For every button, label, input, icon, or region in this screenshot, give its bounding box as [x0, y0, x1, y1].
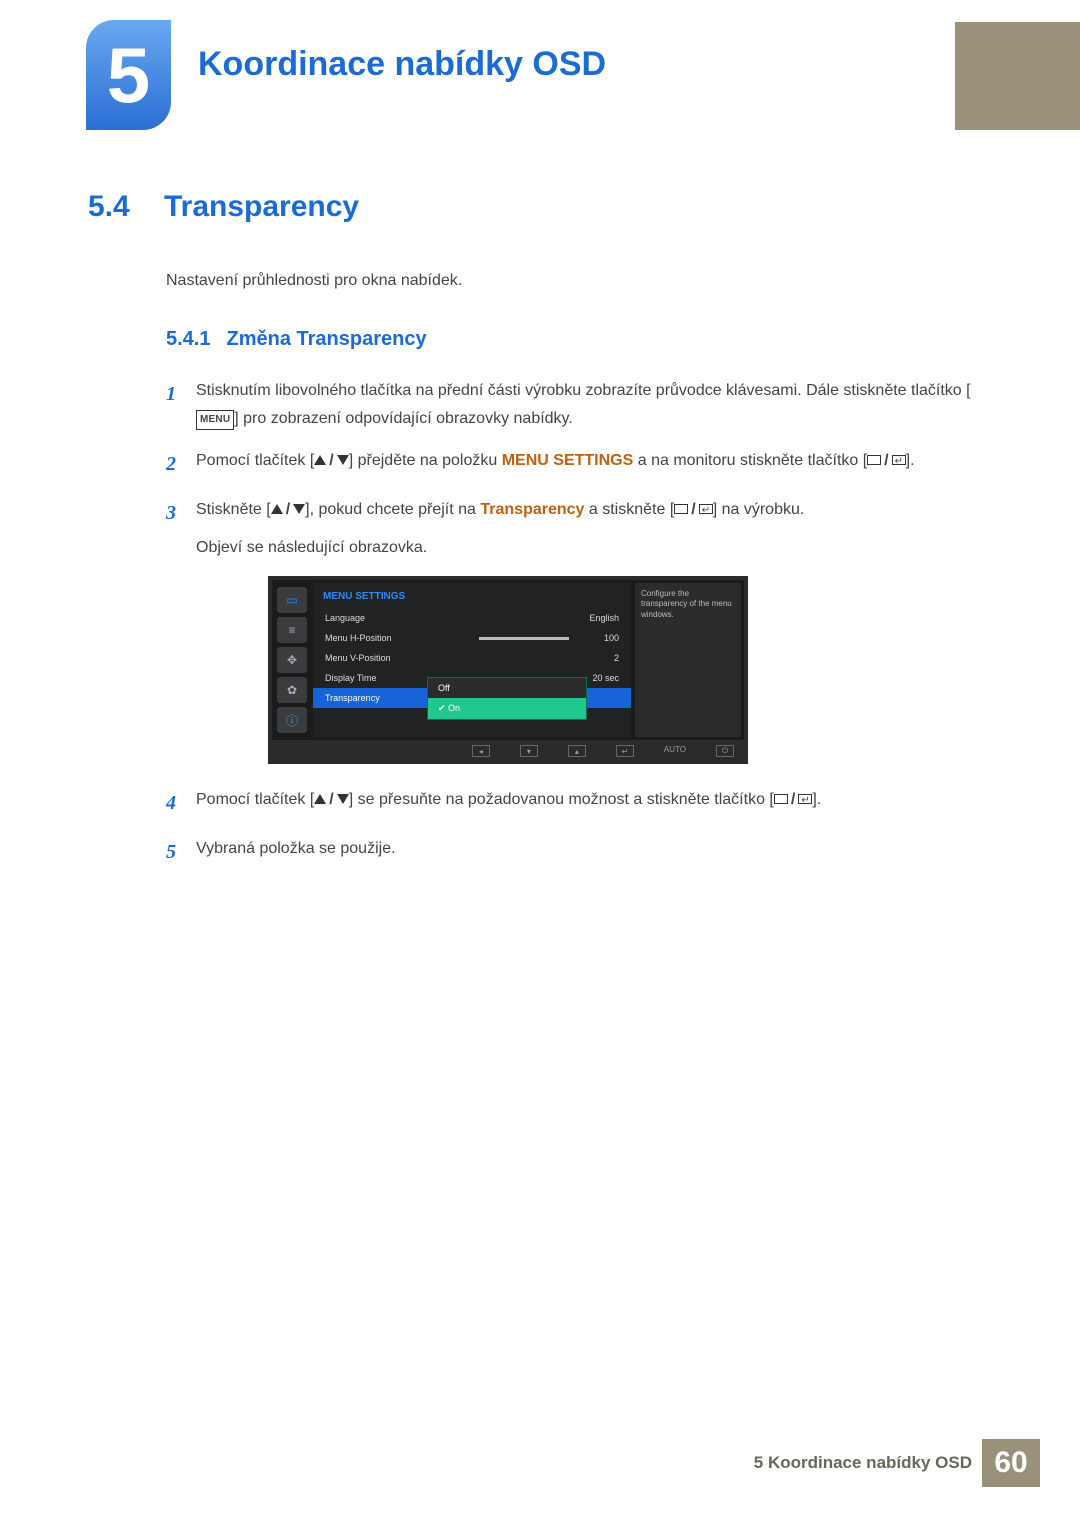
subsection-title: Změna Transparency: [226, 328, 426, 351]
section-title: Transparency: [164, 190, 359, 224]
list-icon: ≡: [277, 617, 307, 643]
slash-icon: /: [286, 496, 290, 524]
step-text: Stiskněte [: [196, 501, 271, 518]
osd-option-off: Off: [428, 678, 586, 698]
osd-tooltip: Configure the transparency of the menu w…: [635, 583, 741, 737]
slash-icon: /: [691, 496, 695, 524]
slash-icon: /: [329, 786, 333, 814]
enter-icon: [699, 504, 713, 514]
osd-label: Menu V-Position: [325, 653, 391, 663]
subsection-heading: 5.4.1 Změna Transparency: [166, 328, 992, 351]
section-heading: 5.4 Transparency: [88, 190, 992, 224]
page-footer: 5 Koordinace nabídky OSD 60: [754, 1439, 1040, 1487]
header-accent-bar: [955, 22, 1080, 130]
step-text: a stiskněte [: [584, 501, 674, 518]
step-text: a na monitoru stiskněte tlačítko [: [633, 452, 867, 469]
triangle-down-icon: [293, 504, 305, 514]
move-icon: ✥: [277, 647, 307, 673]
step-number: 3: [166, 496, 196, 562]
triangle-down-icon: [337, 794, 349, 804]
step-text: ] na výrobku.: [713, 501, 805, 518]
step-number: 2: [166, 447, 196, 482]
osd-window: ▭ ≡ ✥ ✿ ⓘ MENU SETTINGS Language English…: [272, 580, 744, 740]
power-icon: ⏻: [716, 745, 734, 757]
osd-label: Transparency: [325, 693, 380, 703]
osd-value: 100: [569, 633, 619, 643]
step-body: Pomocí tlačítek [ / ] se přesuňte na požad…: [196, 786, 992, 821]
highlight-text: Transparency: [480, 501, 584, 518]
osd-label: Language: [325, 613, 365, 623]
chapter-number: 5: [107, 36, 150, 114]
step-text: ].: [906, 452, 915, 469]
triangle-up-icon: [271, 504, 283, 514]
step-3: 3 Stiskněte [ / ], pokud chcete přejít na …: [166, 496, 992, 562]
gear-icon: ✿: [277, 677, 307, 703]
step-text: ] přejděte na položku: [349, 452, 502, 469]
osd-dropdown: Off On: [427, 677, 587, 720]
page-content: 5.4 Transparency Nastavení průhlednosti …: [88, 190, 992, 884]
step-text: Pomocí tlačítek [: [196, 791, 314, 808]
step-body: Stiskněte [ / ], pokud chcete přejít na Tr…: [196, 496, 992, 562]
step-text: Pomocí tlačítek [: [196, 452, 314, 469]
step-body: Stisknutím libovolného tlačítka na předn…: [196, 377, 992, 433]
osd-sidebar: ▭ ≡ ✥ ✿ ⓘ: [275, 583, 309, 737]
step-body: Vybraná položka se použije.: [196, 835, 992, 870]
rect-icon: [867, 455, 881, 465]
enter-icon: ↵: [616, 745, 634, 757]
footer-text: 5 Koordinace nabídky OSD: [754, 1453, 972, 1473]
subsection-number: 5.4.1: [166, 328, 210, 351]
osd-row-vposition: Menu V-Position 2: [313, 648, 631, 668]
step-5: 5 Vybraná položka se použije.: [166, 835, 992, 870]
osd-label: Display Time: [325, 673, 377, 683]
section-intro: Nastavení průhlednosti pro okna nabídek.: [166, 272, 992, 290]
slash-icon: /: [329, 447, 333, 475]
osd-controls-bar: ◂ ▾ ▴ ↵ AUTO ⏻: [272, 742, 744, 760]
osd-screenshot: ▭ ≡ ✥ ✿ ⓘ MENU SETTINGS Language English…: [268, 576, 748, 764]
page-number: 60: [982, 1439, 1040, 1487]
info-icon: ⓘ: [277, 707, 307, 733]
chapter-badge: 5: [86, 20, 171, 130]
chapter-title: Koordinace nabídky OSD: [198, 45, 606, 84]
monitor-icon: ▭: [277, 587, 307, 613]
auto-label: AUTO: [664, 745, 686, 757]
step-text: ] pro zobrazení odpovídající obrazovky n…: [234, 410, 573, 427]
step-4: 4 Pomocí tlačítek [ / ] se přesuňte na pož…: [166, 786, 992, 821]
step-number: 4: [166, 786, 196, 821]
osd-value: English: [569, 613, 619, 623]
enter-icon: [798, 794, 812, 804]
step-body: Pomocí tlačítek [/] přejděte na položku …: [196, 447, 992, 482]
rect-icon: [774, 794, 788, 804]
enter-icon: [892, 455, 906, 465]
up-icon: ▴: [568, 745, 586, 757]
menu-key-icon: MENU: [196, 410, 234, 430]
triangle-up-icon: [314, 794, 326, 804]
section-number: 5.4: [88, 190, 142, 224]
step-number: 1: [166, 377, 196, 433]
step-text: Stisknutím libovolného tlačítka na předn…: [196, 382, 971, 399]
step-text: ] se přesuňte na požadovanou možnost a s…: [349, 791, 774, 808]
left-icon: ◂: [472, 745, 490, 757]
step-number: 5: [166, 835, 196, 870]
rect-icon: [674, 504, 688, 514]
slider-icon: [479, 637, 569, 640]
triangle-up-icon: [314, 455, 326, 465]
osd-row-hposition: Menu H-Position 100: [313, 628, 631, 648]
osd-option-on: On: [428, 698, 586, 719]
step-1: 1 Stisknutím libovolného tlačítka na pře…: [166, 377, 992, 433]
step-text: ], pokud chcete přejít na: [305, 501, 480, 518]
triangle-down-icon: [337, 455, 349, 465]
osd-header: MENU SETTINGS: [313, 589, 631, 608]
slash-icon: /: [884, 447, 888, 475]
down-icon: ▾: [520, 745, 538, 757]
step-2: 2 Pomocí tlačítek [ / ] přejděte na položk…: [166, 447, 992, 482]
slash-icon: /: [791, 786, 795, 814]
highlight-text: MENU SETTINGS: [502, 452, 634, 469]
step-text: Vybraná položka se použije.: [196, 840, 396, 857]
osd-main-panel: MENU SETTINGS Language English Menu H-Po…: [313, 583, 631, 737]
step-text: Objeví se následující obrazovka.: [196, 539, 427, 556]
step-text: ].: [812, 791, 821, 808]
osd-value: 2: [569, 653, 619, 663]
osd-row-language: Language English: [313, 608, 631, 628]
osd-label: Menu H-Position: [325, 633, 392, 643]
